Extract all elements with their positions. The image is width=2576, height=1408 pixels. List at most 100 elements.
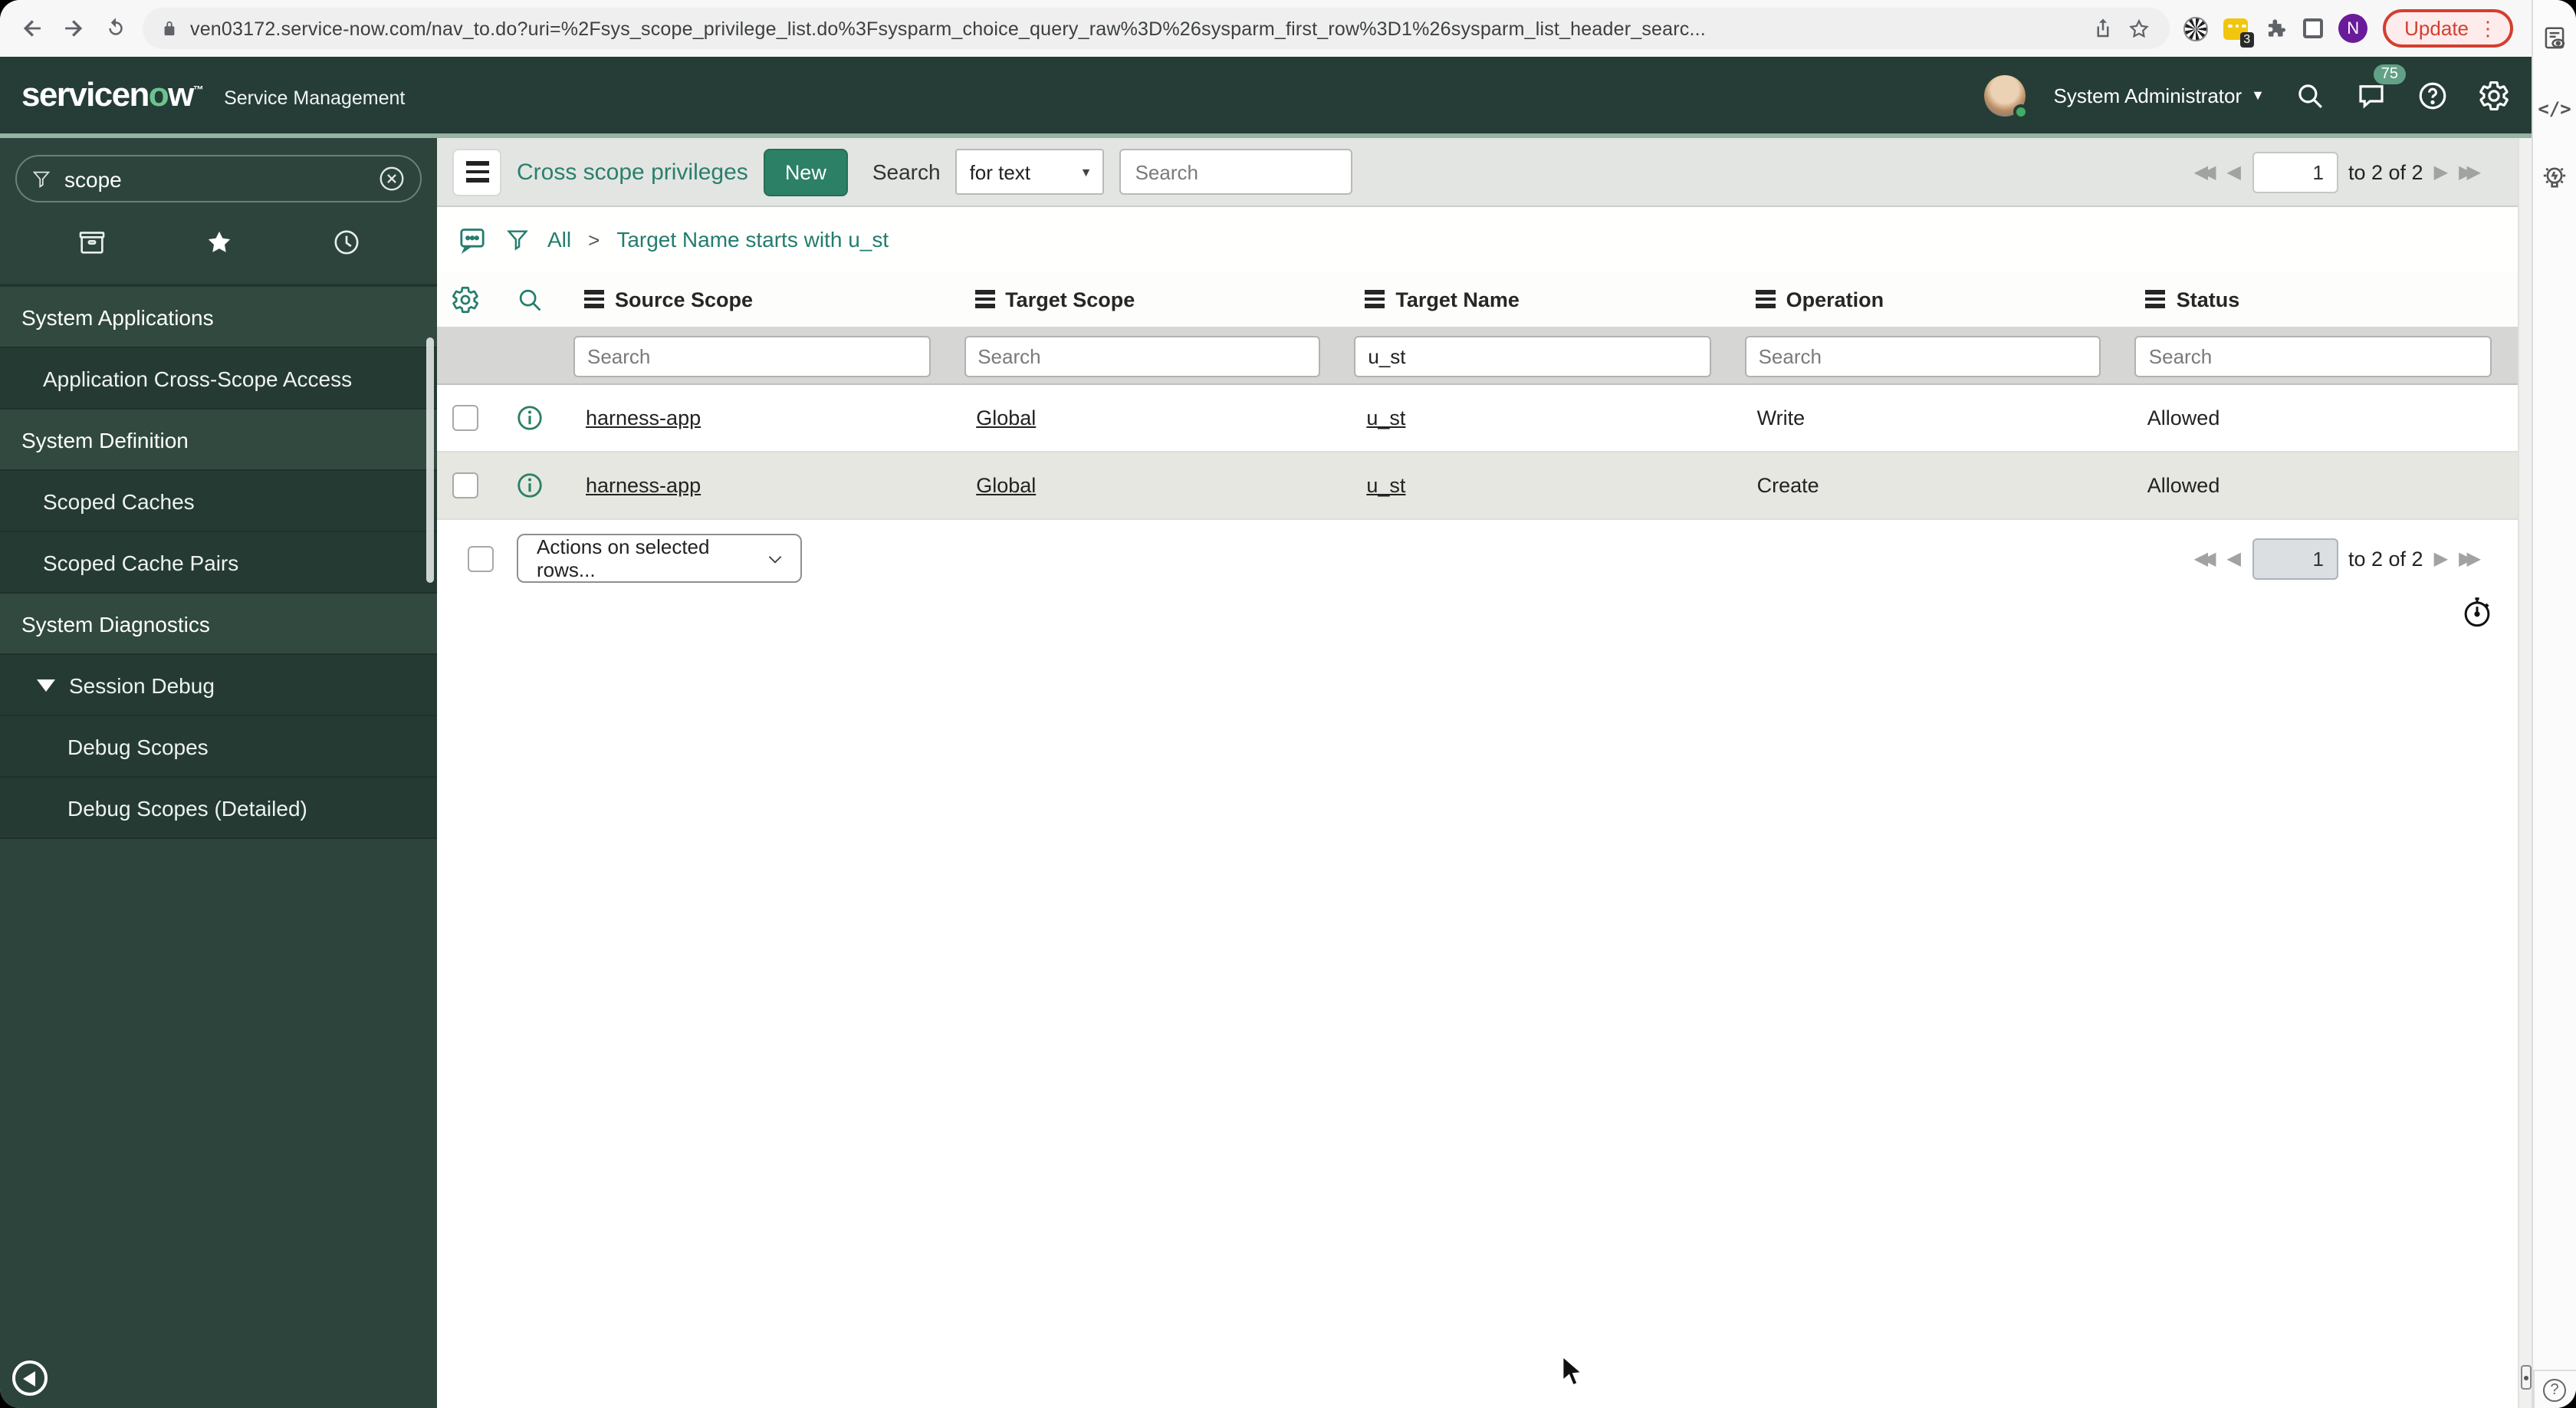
search-type-select[interactable]: for text ▼ <box>955 149 1105 195</box>
column-menu-icon <box>584 290 604 308</box>
cell-target-scope[interactable]: Global <box>956 474 1346 497</box>
cell-target-name[interactable]: u_st <box>1346 474 1737 497</box>
list-footer: Actions on selected rows... ◀◀ ◀ to 2 of… <box>437 520 2518 583</box>
filter-source-scope-input[interactable] <box>573 335 931 377</box>
bookmark-star-icon[interactable] <box>2127 16 2151 41</box>
rail-help-icon[interactable]: ? <box>2543 1379 2566 1402</box>
last-page-icon[interactable]: ▶▶ <box>2459 163 2481 181</box>
sidebar-item-system-applications[interactable]: System Applications <box>0 287 437 348</box>
clear-filter-icon[interactable] <box>377 164 406 193</box>
history-tab[interactable] <box>330 227 361 265</box>
global-search-icon[interactable] <box>2292 78 2326 112</box>
browser-menu-icon[interactable]: ⋮ <box>2478 16 2498 41</box>
user-menu[interactable]: System Administrator ▼ <box>2054 84 2266 107</box>
row-checkbox[interactable] <box>452 405 478 431</box>
extensions-puzzle-icon[interactable] <box>2263 16 2288 41</box>
breadcrumb-all-link[interactable]: All <box>547 227 571 252</box>
sidebar-item-application-cross-scope-access[interactable]: Application Cross-Scope Access <box>0 348 437 410</box>
last-page-icon[interactable]: ▶▶ <box>2459 549 2481 567</box>
share-icon[interactable] <box>2091 17 2114 40</box>
back-icon[interactable] <box>18 15 46 42</box>
first-page-icon[interactable]: ◀◀ <box>2194 163 2216 181</box>
prev-page-icon[interactable]: ◀ <box>2227 163 2241 181</box>
sidebar-item-system-definition[interactable]: System Definition <box>0 410 437 471</box>
yellow-extension-icon[interactable]: 3 <box>2223 18 2255 47</box>
navigator-filter-input[interactable]: scope <box>15 155 422 202</box>
select-all-checkbox[interactable] <box>468 545 494 571</box>
column-filter-row <box>437 328 2518 385</box>
sidebar-item-debug-scopes[interactable]: Debug Scopes <box>0 716 437 778</box>
column-header-target-name[interactable]: Target Name <box>1346 288 1737 311</box>
column-header-status[interactable]: Status <box>2128 288 2518 311</box>
row-info-icon[interactable] <box>492 471 566 500</box>
first-page-icon[interactable]: ◀◀ <box>2194 549 2216 567</box>
sidebar-item-session-debug[interactable]: Session Debug <box>0 655 437 716</box>
column-search-toggle-icon[interactable] <box>492 285 566 314</box>
browser-profile-avatar[interactable]: N <box>2338 14 2368 43</box>
favorites-tab[interactable] <box>203 227 234 265</box>
sidebar-item-system-diagnostics[interactable]: System Diagnostics <box>0 594 437 655</box>
actions-select[interactable]: Actions on selected rows... <box>517 534 802 583</box>
tab-panel-icon[interactable] <box>2303 18 2324 38</box>
list-context-menu-icon[interactable] <box>452 148 501 196</box>
column-header-source-scope[interactable]: Source Scope <box>566 288 956 311</box>
scroll-corner-handle[interactable] <box>2521 1365 2532 1390</box>
filter-status-input[interactable] <box>2134 335 2492 377</box>
navigator-tabs <box>0 212 437 285</box>
forward-icon[interactable] <box>60 15 87 42</box>
list-title-link[interactable]: Cross scope privileges <box>517 159 748 185</box>
column-menu-icon <box>1755 290 1776 308</box>
list-settings-gear-icon[interactable] <box>437 285 492 314</box>
chrome-update-button[interactable]: Update ⋮ <box>2383 9 2513 48</box>
idea-lightbulb-icon[interactable] <box>2539 163 2570 204</box>
breadcrumb-filter-link[interactable]: Target Name starts with u_st <box>616 227 889 252</box>
chat-icon[interactable]: 75 <box>2354 64 2406 112</box>
column-header-operation[interactable]: Operation <box>1737 288 2128 311</box>
prev-page-icon[interactable]: ◀ <box>2227 549 2241 567</box>
row-checkbox[interactable] <box>452 472 478 498</box>
cell-target-name[interactable]: u_st <box>1346 406 1737 429</box>
filter-funnel-icon <box>32 170 51 187</box>
cell-source-scope[interactable]: harness-app <box>566 406 956 429</box>
list-search-input[interactable] <box>1119 149 1353 195</box>
filter-operation-input[interactable] <box>1744 335 2101 377</box>
breadcrumb-separator: > <box>588 228 600 251</box>
content-scrollbar-track[interactable] <box>2518 138 2532 1408</box>
row-info-icon[interactable] <box>492 403 566 433</box>
page-number-input[interactable] <box>2252 151 2338 192</box>
response-time-icon[interactable] <box>2461 595 2493 638</box>
sidebar-item-debug-scopes-detailed[interactable]: Debug Scopes (Detailed) <box>0 778 437 839</box>
reading-list-icon[interactable] <box>2540 25 2569 61</box>
row-range-label: to 2 of 2 <box>2348 547 2423 570</box>
sidebar-item-scoped-cache-pairs[interactable]: Scoped Cache Pairs <box>0 532 437 594</box>
comments-icon[interactable] <box>457 224 488 255</box>
code-panel-icon[interactable]: </> <box>2538 98 2571 120</box>
sidebar-scrollbar[interactable] <box>426 337 434 583</box>
all-applications-tab[interactable] <box>76 227 107 265</box>
pinwheel-extension-icon[interactable] <box>2183 16 2209 41</box>
gear-icon[interactable] <box>2476 78 2510 112</box>
column-header-target-scope[interactable]: Target Scope <box>956 288 1346 311</box>
url-text: ven03172.service-now.com/nav_to.do?uri=%… <box>190 18 1706 39</box>
breadcrumb: All > Target Name starts with u_st <box>437 207 2518 271</box>
table-row: harness-app Global u_st Write Allowed <box>437 385 2518 452</box>
cell-source-scope[interactable]: harness-app <box>566 474 956 497</box>
servicenow-logo: servicenow™ <box>21 75 204 113</box>
help-icon[interactable] <box>2415 78 2449 112</box>
list-view: Cross scope privileges New Search for te… <box>437 138 2518 1408</box>
next-page-icon[interactable]: ▶ <box>2434 549 2448 567</box>
cell-status: Allowed <box>2147 406 2220 429</box>
user-avatar[interactable] <box>1984 74 2029 119</box>
reload-icon[interactable] <box>101 15 129 42</box>
address-bar[interactable]: ven03172.service-now.com/nav_to.do?uri=%… <box>143 8 2170 49</box>
next-page-icon[interactable]: ▶ <box>2434 163 2448 181</box>
sidebar-item-scoped-caches[interactable]: Scoped Caches <box>0 471 437 532</box>
filter-icon[interactable] <box>504 226 531 252</box>
new-button[interactable]: New <box>763 148 848 196</box>
bottom-pagination: ◀◀ ◀ to 2 of 2 ▶ ▶▶ <box>2194 538 2481 579</box>
page-number-input[interactable] <box>2252 538 2338 579</box>
filter-target-scope-input[interactable] <box>964 335 1321 377</box>
sidebar-collapse-button[interactable] <box>12 1360 48 1396</box>
filter-target-name-input[interactable] <box>1354 335 1711 377</box>
cell-target-scope[interactable]: Global <box>956 406 1346 429</box>
